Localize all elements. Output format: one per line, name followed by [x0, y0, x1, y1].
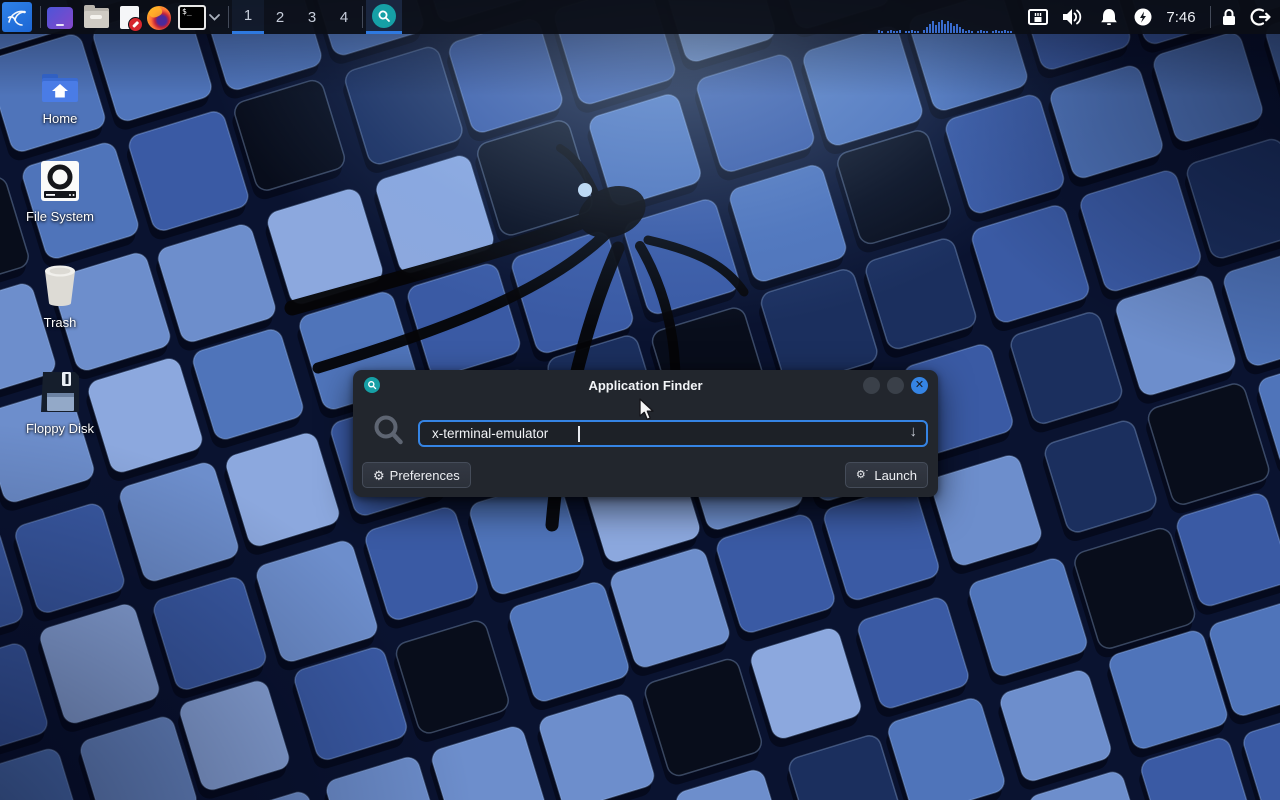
launch-button[interactable]: ⚙˙ Launch [845, 462, 928, 488]
floppy-disk-icon [20, 368, 100, 414]
preferences-label: Preferences [390, 468, 460, 483]
folder-icon [84, 8, 109, 28]
desktop-screen: Home File System Trash [0, 0, 1280, 800]
terminal-icon: $_ [178, 5, 206, 30]
window-title: Application Finder [353, 378, 938, 393]
desktop-icon-trash[interactable]: Trash [20, 262, 100, 330]
app-finder-window-icon [364, 377, 380, 393]
hard-disk-icon [20, 156, 100, 202]
desktop-icon-label: Home [20, 111, 100, 126]
launch-label: Launch [874, 468, 917, 483]
top-panel: $_ 1 2 3 4 [0, 0, 1280, 34]
network-tray-button[interactable] [1026, 5, 1050, 29]
ethernet-icon [1027, 7, 1049, 27]
close-button[interactable]: ✕ [911, 377, 928, 394]
kali-logo [5, 5, 29, 29]
document-edit-icon [120, 6, 139, 29]
launcher-firefox[interactable] [145, 5, 173, 30]
desktop-icon-label: File System [20, 209, 100, 224]
trash-can-icon [20, 262, 100, 308]
chevron-down-icon [209, 14, 220, 21]
gear-icon: ⚙ [373, 469, 385, 482]
workspace-2[interactable]: 2 [264, 0, 296, 34]
panel-separator [40, 6, 41, 28]
workspace-1[interactable]: 1 [232, 0, 264, 34]
workspace-4[interactable]: 4 [328, 0, 360, 34]
launcher-text-editor[interactable] [115, 5, 143, 30]
desktop-icon-label: Floppy Disk [20, 421, 100, 436]
mouse-cursor [638, 398, 660, 427]
lock-icon [1219, 7, 1239, 27]
launcher-file-manager[interactable] [82, 5, 110, 30]
run-gear-icon: ⚙˙ [856, 470, 870, 481]
panel-separator [362, 6, 363, 28]
panel-separator [1210, 6, 1211, 28]
firefox-icon [147, 6, 171, 30]
app-finder-icon [372, 4, 396, 28]
minimize-button[interactable] [863, 377, 880, 394]
workspace-3[interactable]: 3 [296, 0, 328, 34]
clock[interactable]: 7:46 [1157, 0, 1205, 34]
panel-separator [228, 6, 229, 28]
launcher-files-app[interactable] [46, 5, 74, 30]
desktop-icon-home[interactable]: Home [20, 58, 100, 126]
lock-screen-button[interactable] [1217, 5, 1241, 29]
volume-icon [1061, 7, 1083, 27]
application-finder-window: Application Finder ✕ ↓ ⚙ Preferences ⚙˙ … [353, 370, 938, 497]
search-input[interactable] [420, 422, 926, 445]
search-field-container: ↓ [418, 420, 928, 447]
power-manager-tray-button[interactable] [1131, 5, 1155, 29]
logout-icon [1250, 7, 1272, 27]
launcher-terminal[interactable]: $_ [177, 5, 207, 30]
bell-icon [1099, 7, 1119, 27]
text-caret [578, 426, 580, 442]
applications-menu-button[interactable] [2, 2, 32, 32]
desktop-icon-floppy-disk[interactable]: Floppy Disk [20, 368, 100, 436]
logout-button[interactable] [1249, 5, 1273, 29]
notifications-tray-button[interactable] [1097, 5, 1121, 29]
dropdown-arrow-icon[interactable]: ↓ [910, 423, 918, 440]
purple-window-icon [47, 7, 73, 29]
power-bolt-icon [1133, 7, 1153, 27]
workspace-switcher: 1 2 3 4 [232, 0, 360, 34]
volume-tray-button[interactable] [1060, 5, 1084, 29]
terminal-dropdown-button[interactable] [206, 5, 222, 30]
maximize-button[interactable] [887, 377, 904, 394]
system-load-graph[interactable] [878, 20, 1018, 33]
preferences-button[interactable]: ⚙ Preferences [362, 462, 471, 488]
application-finder-panel-button[interactable] [366, 0, 402, 34]
search-icon [372, 414, 406, 453]
home-folder-icon [20, 58, 100, 104]
desktop-icon-label: Trash [20, 315, 100, 330]
desktop-icon-file-system[interactable]: File System [20, 156, 100, 224]
window-titlebar[interactable]: Application Finder ✕ [353, 370, 938, 400]
